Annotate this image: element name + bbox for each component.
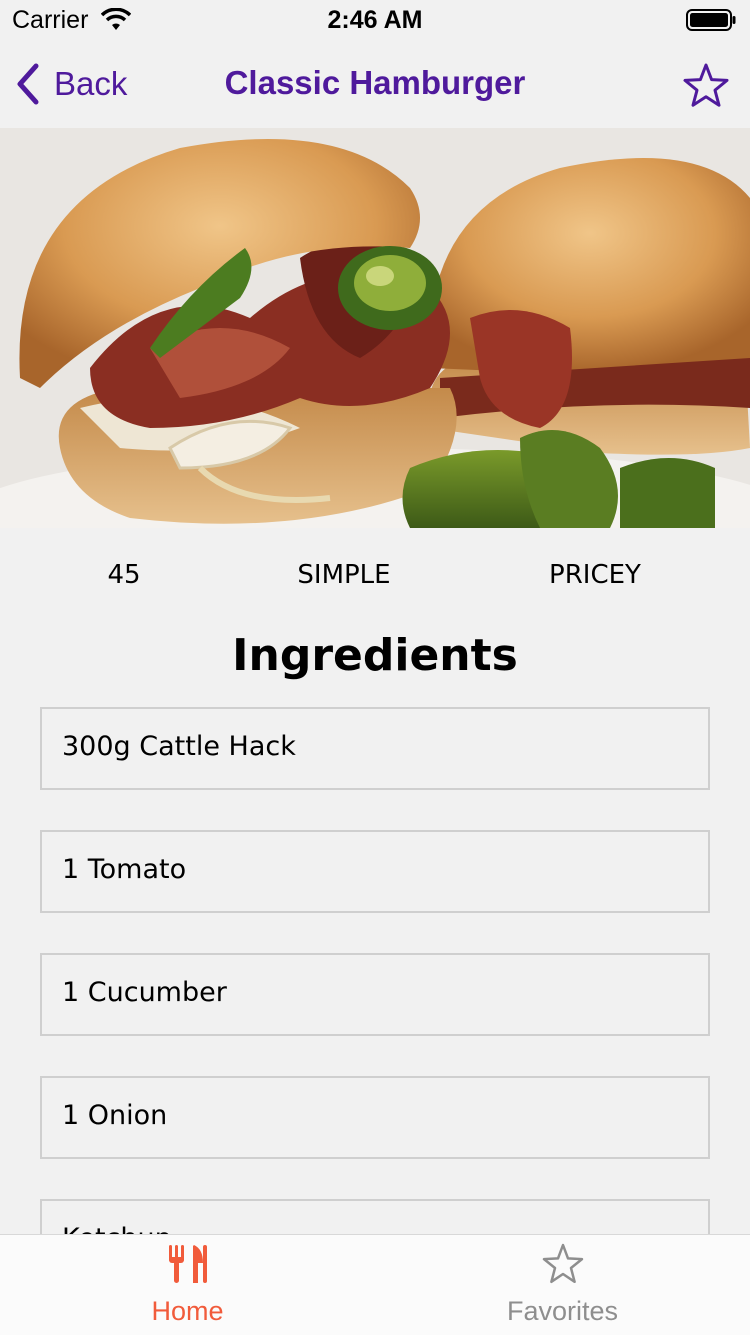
favorite-star-icon[interactable] bbox=[682, 62, 730, 110]
ingredient-text: 1 Cucumber bbox=[62, 977, 227, 1008]
tab-favorites[interactable]: Favorites bbox=[375, 1235, 750, 1335]
ingredient-text: 1 Tomato bbox=[62, 854, 187, 885]
navigation-bar: Back Classic Hamburger bbox=[0, 40, 750, 128]
recipe-meta-row: 45 SIMPLE PRICEY bbox=[0, 560, 750, 600]
tab-home-label: Home bbox=[151, 1296, 224, 1326]
ingredient-item: 1 Onion bbox=[40, 1076, 710, 1159]
ingredient-item: 1 Cucumber bbox=[40, 953, 710, 1036]
tab-home[interactable]: Home bbox=[0, 1235, 375, 1335]
page-title: Classic Hamburger bbox=[224, 64, 526, 101]
battery-icon bbox=[686, 9, 736, 31]
cutlery-icon bbox=[169, 1245, 207, 1283]
tab-favorites-label: Favorites bbox=[506, 1296, 619, 1326]
ingredients-heading: Ingredients bbox=[232, 630, 518, 681]
star-icon bbox=[542, 1243, 584, 1284]
affordability-label: PRICEY bbox=[549, 560, 641, 590]
recipe-image bbox=[0, 128, 750, 528]
duration-label: 45 bbox=[107, 560, 141, 590]
clock: 2:46 AM bbox=[327, 6, 423, 34]
ingredient-item: 1 Tomato bbox=[40, 830, 710, 913]
ingredient-text: 300g Cattle Hack bbox=[62, 731, 296, 762]
ingredient-item: 300g Cattle Hack bbox=[40, 707, 710, 790]
tab-bar: Home Favorites bbox=[0, 1234, 750, 1335]
status-bar: Carrier 2:46 AM bbox=[0, 0, 750, 40]
ingredient-text: 1 Onion bbox=[62, 1100, 168, 1131]
complexity-label: SIMPLE bbox=[297, 560, 391, 590]
